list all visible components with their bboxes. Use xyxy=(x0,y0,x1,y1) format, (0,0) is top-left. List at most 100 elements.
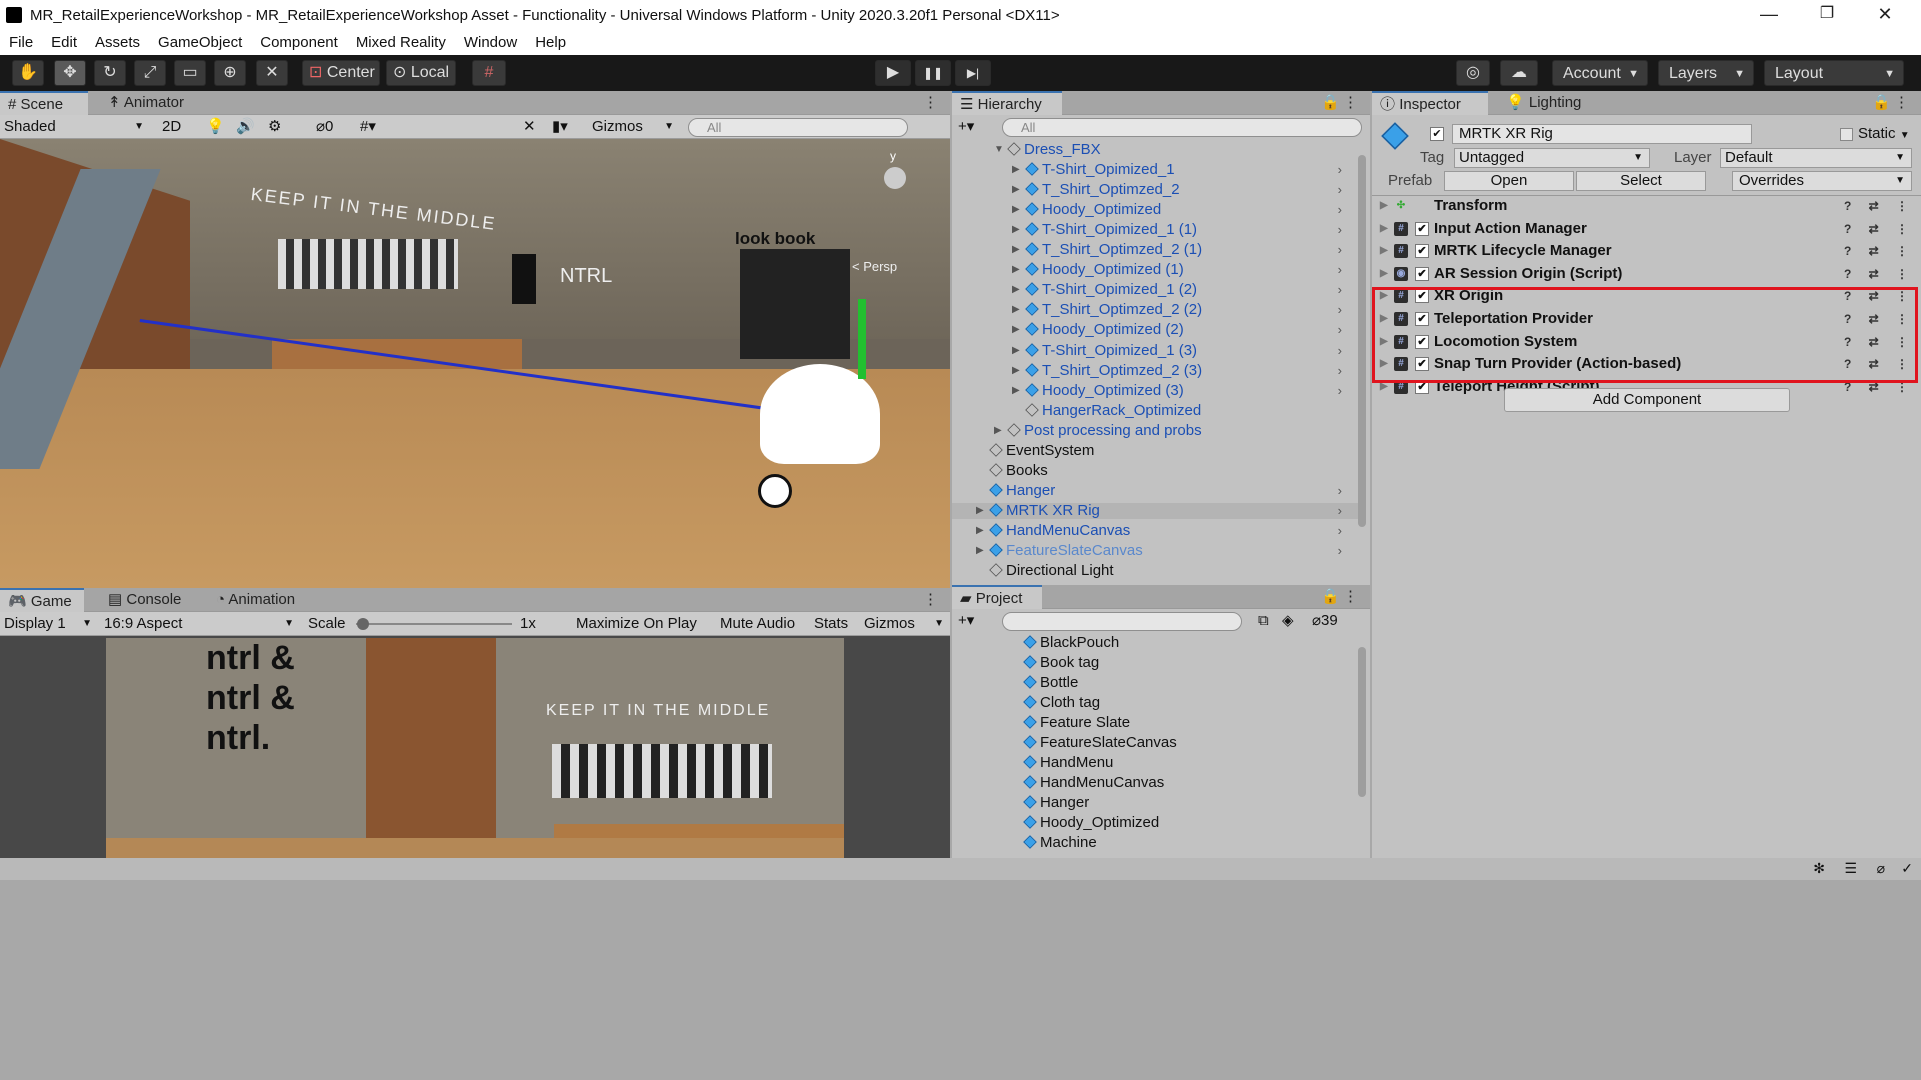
tag-dropdown[interactable]: Untagged ▼ xyxy=(1454,148,1650,168)
pivot-local-toggle[interactable]: ⊙ Local xyxy=(386,60,456,86)
persp-label[interactable]: < Persp xyxy=(852,259,897,274)
orientation-gizmo[interactable]: y xyxy=(862,149,932,209)
hierarchy-item[interactable]: ▶ Hoody_Optimized (3) › xyxy=(952,382,1360,399)
expand-right-icon[interactable]: ▶ xyxy=(1012,302,1020,318)
hierarchy-item[interactable]: ▶ T_Shirt_Optimzed_2 (1) › xyxy=(952,242,1360,258)
tab-animator[interactable]: ↟ Animator xyxy=(100,91,192,115)
grid-toggle-icon[interactable]: #▾ xyxy=(360,117,376,137)
cloud-icon[interactable]: ☁ xyxy=(1500,60,1538,86)
move-gizmo-y[interactable] xyxy=(858,299,866,379)
effects-icon[interactable]: ⚙ xyxy=(268,117,281,137)
create-asset-button[interactable]: +▾ xyxy=(958,611,974,631)
menu-assets[interactable]: Assets xyxy=(86,34,149,51)
cache-icon[interactable]: ☰ xyxy=(1844,860,1857,877)
tab-hierarchy[interactable]: ☰ Hierarchy xyxy=(952,91,1062,115)
object-name-field[interactable]: MRTK XR Rig xyxy=(1452,124,1752,144)
hidden-packages-icon[interactable]: ⌀39 xyxy=(1312,611,1338,631)
project-asset-item[interactable]: Book tag xyxy=(952,655,1360,671)
chevron-right-icon[interactable]: › xyxy=(1338,182,1342,198)
hierarchy-item[interactable]: HangerRack_Optimized xyxy=(952,402,1360,419)
lighting-toggle-icon[interactable]: 💡 xyxy=(206,117,225,137)
expand-right-icon[interactable]: ▶ xyxy=(1012,182,1020,198)
camera-dropdown-icon[interactable]: ▮▾ xyxy=(552,117,568,137)
chevron-right-icon[interactable]: › xyxy=(1338,162,1342,178)
hand-tool-icon[interactable]: ✋ xyxy=(12,60,44,86)
hierarchy-item[interactable]: ▶ T-Shirt_Opimized_1 (1) › xyxy=(952,222,1360,238)
expand-right-icon[interactable]: ▶ xyxy=(976,543,984,559)
chevron-right-icon[interactable]: › xyxy=(1338,503,1342,519)
menu-mixed-reality[interactable]: Mixed Reality xyxy=(347,34,455,51)
chevron-right-icon[interactable]: › xyxy=(1338,523,1342,539)
prefab-overrides-dropdown[interactable]: Overrides ▼ xyxy=(1732,171,1912,191)
expand-right-icon[interactable]: ▶ xyxy=(1012,343,1020,359)
panel-menu-icon[interactable]: ⋮ xyxy=(1886,91,1917,115)
aspect-dropdown[interactable]: 16:9 Aspect ▼ xyxy=(104,614,296,634)
component-header[interactable]: ▶ ◉ ✔ AR Session Origin (Script) ? ⇄ ⋮ xyxy=(1372,263,1921,285)
hierarchy-item[interactable]: ▶ T_Shirt_Optimzed_2 (2) › xyxy=(952,302,1360,318)
component-menu-icons[interactable]: ? ⇄ ⋮ xyxy=(1844,240,1915,262)
menu-file[interactable]: File xyxy=(0,34,42,51)
component-header[interactable]: ▶ ✣ Transform ? ⇄ ⋮ xyxy=(1372,195,1921,217)
hierarchy-scrollbar[interactable] xyxy=(1358,155,1366,527)
chevron-right-icon[interactable]: › xyxy=(1338,383,1342,399)
layers-dropdown[interactable]: Layers ▼ xyxy=(1658,60,1754,86)
project-asset-item[interactable]: Cloth tag xyxy=(952,695,1360,711)
project-asset-item[interactable]: FeatureSlateCanvas xyxy=(952,735,1360,751)
shading-mode-dropdown[interactable]: Shaded ▼ xyxy=(4,117,148,137)
expand-right-icon[interactable]: ▶ xyxy=(994,423,1002,439)
project-scrollbar[interactable] xyxy=(1358,647,1366,797)
minimize-button[interactable]: — xyxy=(1740,0,1798,30)
add-component-button[interactable]: Add Component xyxy=(1504,388,1790,412)
snap-grid-icon[interactable]: # xyxy=(472,60,506,86)
scene-viewport[interactable]: KEEP IT IN THE MIDDLE NTRL look book y <… xyxy=(0,139,950,588)
expand-right-icon[interactable]: ▶ xyxy=(976,523,984,539)
expand-right-icon[interactable]: ▶ xyxy=(1012,363,1020,379)
hierarchy-item[interactable]: ▶ HandMenuCanvas › xyxy=(952,522,1360,539)
mute-audio-toggle[interactable]: Mute Audio xyxy=(720,614,795,634)
component-header[interactable]: ▶ # ✔ Input Action Manager ? ⇄ ⋮ xyxy=(1372,218,1921,240)
hierarchy-search-input[interactable]: All xyxy=(1002,118,1362,137)
hierarchy-item[interactable]: ▶ T-Shirt_Opimized_1 (2) › xyxy=(952,282,1360,298)
menu-window[interactable]: Window xyxy=(455,34,526,51)
scale-tool-icon[interactable]: ⤢ xyxy=(134,60,166,86)
hierarchy-item[interactable]: Directional Light xyxy=(952,563,1360,579)
menu-edit[interactable]: Edit xyxy=(42,34,86,51)
scene-search-input[interactable]: All xyxy=(688,118,908,137)
foldout-icon[interactable]: ▶ xyxy=(1380,240,1388,262)
component-menu-icons[interactable]: ? ⇄ ⋮ xyxy=(1844,263,1915,285)
project-asset-item[interactable]: Machine xyxy=(952,835,1360,851)
audio-toggle-icon[interactable]: 🔊 xyxy=(236,117,255,137)
foldout-icon[interactable]: ▶ xyxy=(1380,195,1388,217)
check-icon[interactable]: ✓ xyxy=(1901,860,1913,877)
chevron-right-icon[interactable]: › xyxy=(1338,242,1342,258)
menu-component[interactable]: Component xyxy=(251,34,347,51)
gizmos-dropdown[interactable]: Gizmos ▼ xyxy=(592,117,676,137)
auto-generate-icon[interactable]: ⌀ xyxy=(1877,860,1885,877)
custom-tool-icon[interactable]: ✕ xyxy=(256,60,288,86)
prefab-open-button[interactable]: Open xyxy=(1444,171,1574,191)
maximize-on-play-toggle[interactable]: Maximize On Play xyxy=(576,614,697,634)
expand-right-icon[interactable]: ▶ xyxy=(976,503,984,519)
hierarchy-item[interactable]: ▶ T-Shirt_Opimized_1 (3) › xyxy=(952,342,1360,359)
hidden-objects-icon[interactable]: ⌀0 xyxy=(316,117,333,137)
active-checkbox[interactable]: ✔ xyxy=(1430,127,1444,141)
chevron-right-icon[interactable]: › xyxy=(1338,543,1342,559)
panel-menu-icon[interactable]: ⋮ xyxy=(1335,91,1366,115)
game-gizmos-dropdown[interactable]: Gizmos ▼ xyxy=(864,614,946,634)
prefab-select-button[interactable]: Select xyxy=(1576,171,1706,191)
expand-right-icon[interactable]: ▶ xyxy=(1012,322,1020,338)
hierarchy-item[interactable]: ▶ T_Shirt_Optimzed_2 › xyxy=(952,182,1360,198)
project-asset-item[interactable]: Feature Slate xyxy=(952,715,1360,731)
component-menu-icons[interactable]: ? ⇄ ⋮ xyxy=(1844,195,1915,217)
static-checkbox[interactable] xyxy=(1840,128,1853,141)
static-dropdown[interactable]: Static ▼ xyxy=(1858,125,1910,142)
filter-type-icon[interactable]: ⧉ xyxy=(1258,611,1269,631)
component-enabled-checkbox[interactable]: ✔ xyxy=(1415,266,1429,281)
project-asset-item[interactable]: HandMenuCanvas xyxy=(952,775,1360,791)
create-add-button[interactable]: +▾ xyxy=(958,117,974,137)
panel-menu-icon[interactable]: ⋮ xyxy=(915,91,946,115)
hierarchy-item[interactable]: ▶ Hoody_Optimized (2) › xyxy=(952,322,1360,338)
tab-project[interactable]: ▰ Project xyxy=(952,585,1042,609)
tab-game[interactable]: 🎮 Game xyxy=(0,588,84,612)
hierarchy-item[interactable]: ▶ Hoody_Optimized › xyxy=(952,202,1360,218)
